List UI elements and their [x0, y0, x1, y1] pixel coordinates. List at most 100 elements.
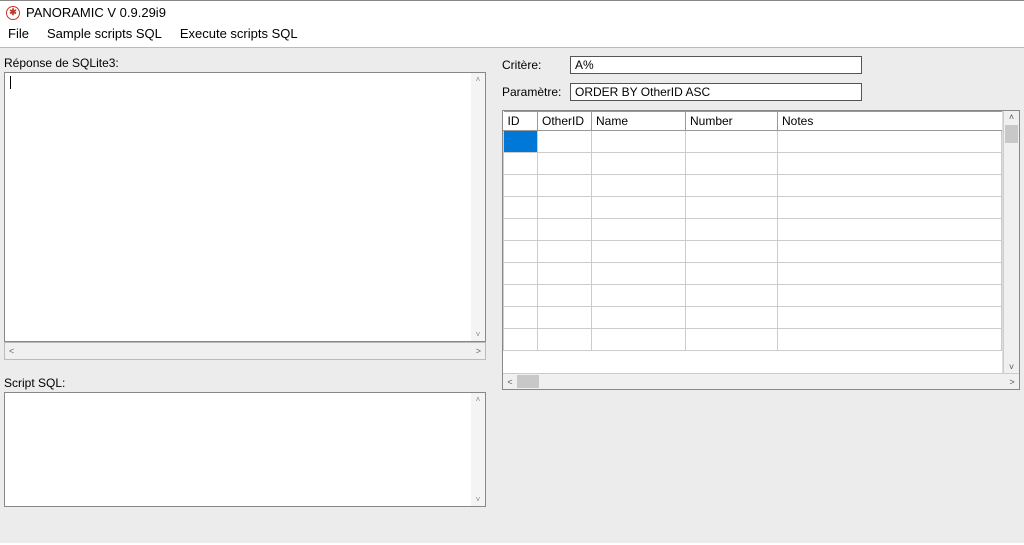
table-cell[interactable]	[778, 131, 1002, 153]
grid-col-name[interactable]: Name	[592, 112, 686, 131]
table-cell[interactable]	[778, 219, 1002, 241]
table-cell[interactable]	[592, 219, 686, 241]
table-cell[interactable]	[538, 131, 592, 153]
table-cell[interactable]	[686, 131, 778, 153]
response-h-scrollbar[interactable]: ˂ ˃	[4, 342, 486, 360]
table-cell[interactable]	[504, 263, 538, 285]
grid-h-scrollbar[interactable]: ˂ ˃	[503, 373, 1019, 389]
table-cell[interactable]	[686, 197, 778, 219]
table-row[interactable]	[504, 131, 1002, 153]
grid-col-id[interactable]: ID	[504, 112, 538, 131]
table-row[interactable]	[504, 153, 1002, 175]
table-cell[interactable]	[686, 285, 778, 307]
response-v-scrollbar[interactable]: ˄ ˅	[471, 73, 485, 341]
table-cell[interactable]	[538, 153, 592, 175]
table-cell[interactable]	[778, 307, 1002, 329]
window-title: PANORAMIC V 0.9.29i9	[26, 5, 166, 20]
table-row[interactable]	[504, 197, 1002, 219]
table-cell[interactable]	[504, 175, 538, 197]
script-v-scrollbar[interactable]: ˄ ˅	[471, 393, 485, 506]
titlebar: ✱ PANORAMIC V 0.9.29i9	[0, 1, 1024, 22]
table-cell[interactable]	[538, 175, 592, 197]
response-label: Réponse de SQLite3:	[4, 56, 486, 70]
table-cell[interactable]	[686, 153, 778, 175]
table-row[interactable]	[504, 241, 1002, 263]
table-cell[interactable]	[592, 153, 686, 175]
table-cell[interactable]	[686, 307, 778, 329]
grid-col-number[interactable]: Number	[686, 112, 778, 131]
scroll-down-icon: ˅	[1004, 362, 1019, 372]
menu-sample-scripts[interactable]: Sample scripts SQL	[47, 26, 162, 41]
table-cell[interactable]	[504, 219, 538, 241]
table-row[interactable]	[504, 285, 1002, 307]
menubar: File Sample scripts SQL Execute scripts …	[0, 22, 1024, 48]
table-cell[interactable]	[778, 175, 1002, 197]
scroll-down-icon: ˅	[476, 330, 481, 339]
grid-v-scrollbar[interactable]: ˄ ˅	[1003, 111, 1019, 373]
scroll-left-icon: ˂	[503, 377, 517, 387]
table-cell[interactable]	[504, 285, 538, 307]
menu-execute-scripts[interactable]: Execute scripts SQL	[180, 26, 298, 41]
table-cell[interactable]	[538, 285, 592, 307]
response-textarea-wrap: ˄ ˅	[4, 72, 486, 342]
grid-col-otherid[interactable]: OtherID	[538, 112, 592, 131]
table-cell[interactable]	[538, 219, 592, 241]
table-row[interactable]	[504, 175, 1002, 197]
table-cell[interactable]	[504, 241, 538, 263]
scroll-thumb[interactable]	[1005, 125, 1018, 143]
scroll-right-icon: ˃	[1005, 377, 1019, 387]
table-row[interactable]	[504, 219, 1002, 241]
table-cell[interactable]	[504, 329, 538, 351]
grid-body	[504, 131, 1002, 351]
table-cell[interactable]	[504, 197, 538, 219]
table-cell[interactable]	[592, 175, 686, 197]
response-textarea[interactable]	[5, 73, 485, 341]
table-cell[interactable]	[592, 131, 686, 153]
scroll-right-icon: ˃	[476, 346, 481, 356]
menu-file[interactable]: File	[8, 26, 29, 41]
scroll-thumb[interactable]	[517, 375, 539, 388]
table-cell[interactable]	[778, 329, 1002, 351]
table-cell[interactable]	[686, 263, 778, 285]
table-row[interactable]	[504, 307, 1002, 329]
data-grid[interactable]: ID OtherID Name Number Notes ˄ ˅	[502, 110, 1020, 390]
table-cell[interactable]	[686, 241, 778, 263]
table-cell[interactable]	[778, 197, 1002, 219]
table-cell[interactable]	[686, 329, 778, 351]
table-cell[interactable]	[778, 241, 1002, 263]
table-row[interactable]	[504, 329, 1002, 351]
grid-col-notes[interactable]: Notes	[778, 112, 1002, 131]
criteria-label: Critère:	[502, 58, 562, 72]
table-cell[interactable]	[504, 153, 538, 175]
grid-header-row: ID OtherID Name Number Notes	[504, 112, 1002, 131]
scroll-down-icon: ˅	[476, 495, 481, 504]
param-label: Paramètre:	[502, 85, 562, 99]
script-textarea-wrap: ˄ ˅	[4, 392, 486, 507]
table-cell[interactable]	[778, 263, 1002, 285]
table-cell[interactable]	[538, 307, 592, 329]
script-textarea[interactable]	[5, 393, 485, 506]
table-cell[interactable]	[592, 241, 686, 263]
scroll-up-icon: ˄	[1004, 112, 1019, 122]
table-cell[interactable]	[592, 329, 686, 351]
table-row[interactable]	[504, 263, 1002, 285]
table-cell[interactable]	[592, 197, 686, 219]
text-caret	[10, 76, 11, 89]
criteria-input[interactable]	[570, 56, 862, 74]
table-cell[interactable]	[592, 263, 686, 285]
table-cell[interactable]	[538, 197, 592, 219]
table-cell[interactable]	[538, 329, 592, 351]
table-cell[interactable]	[686, 175, 778, 197]
scroll-up-icon: ˄	[476, 395, 481, 404]
table-cell[interactable]	[778, 285, 1002, 307]
table-cell[interactable]	[504, 307, 538, 329]
table-cell[interactable]	[778, 153, 1002, 175]
table-cell[interactable]	[592, 307, 686, 329]
table-cell[interactable]	[686, 219, 778, 241]
table-cell[interactable]	[538, 241, 592, 263]
table-cell[interactable]	[538, 263, 592, 285]
table-cell[interactable]	[504, 131, 538, 153]
table-cell[interactable]	[592, 285, 686, 307]
param-input[interactable]	[570, 83, 862, 101]
scroll-up-icon: ˄	[476, 75, 481, 84]
